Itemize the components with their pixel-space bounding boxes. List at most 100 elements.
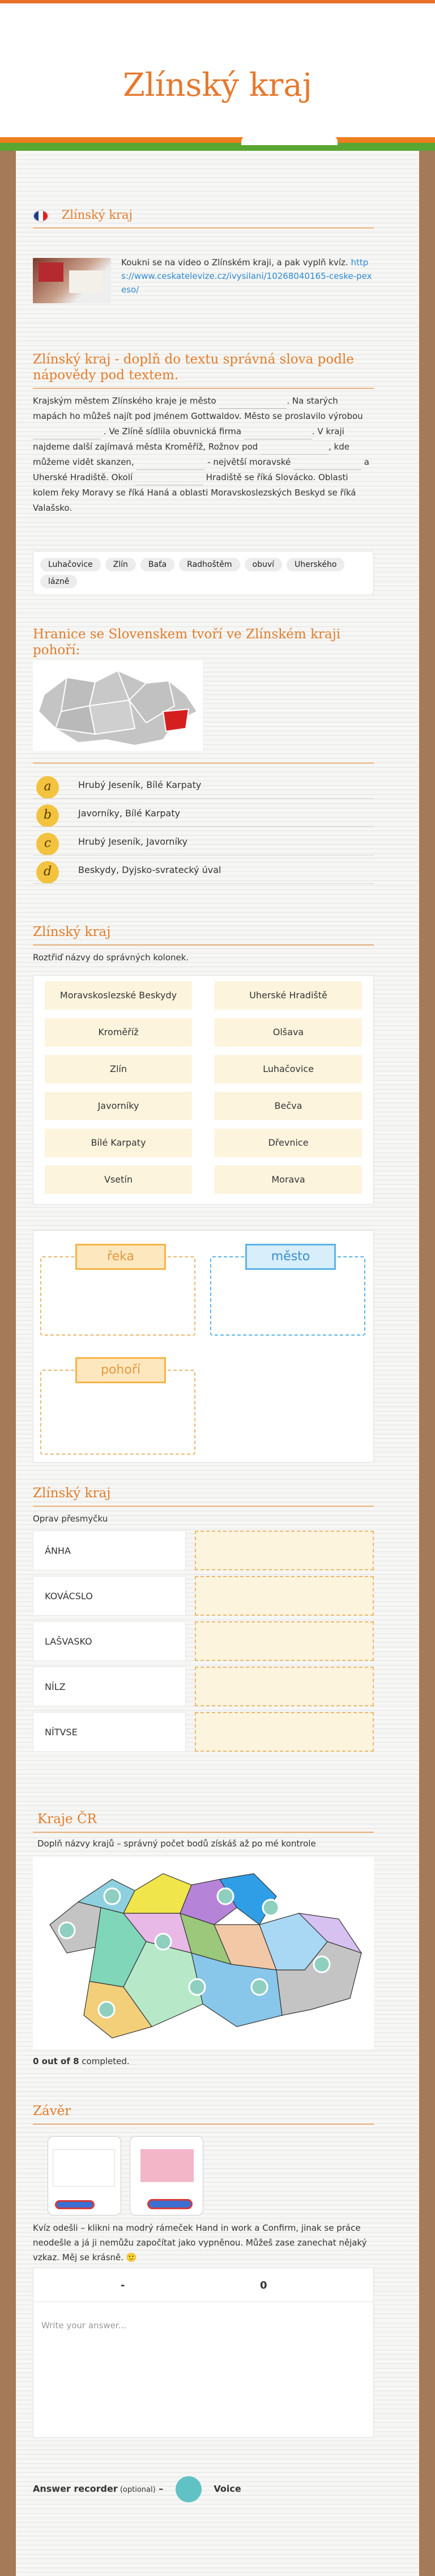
quiz-option-a[interactable]: a Hrubý Jeseník, Bílé Karpaty — [33, 775, 374, 799]
anagram-row: KOVÁCSLO — [33, 1576, 374, 1616]
anagram-answer-slot[interactable] — [195, 1621, 374, 1661]
czech-regions-map[interactable] — [33, 1857, 374, 2049]
quiz-title: Hranice se Slovenskem tvoří ve Zlínském … — [33, 627, 341, 658]
sort-item[interactable]: Zlín — [45, 1055, 192, 1083]
sort-instruction: Roztřiď názvy do správných kolonek. — [33, 952, 189, 963]
anagram-instruction: Oprav přesmyčku — [33, 1514, 108, 1524]
fill-title: Zlínský kraj - doplň do textu správná sl… — [33, 352, 354, 383]
blank-2[interactable] — [33, 429, 101, 439]
sort-item[interactable]: Moravskoslezské Beskydy — [45, 981, 192, 1010]
sort-item[interactable]: Olšava — [215, 1018, 362, 1046]
region-drop-target[interactable] — [188, 1978, 206, 1996]
region-drop-target[interactable] — [58, 1921, 76, 1939]
record-button[interactable] — [175, 2476, 202, 2502]
anagram-row: NÍTVSE — [33, 1712, 374, 1752]
anagram-word: KOVÁCSLO — [33, 1576, 186, 1616]
answer-input[interactable]: Write your answer... — [41, 2320, 126, 2331]
chip-bata[interactable]: Baťa — [140, 558, 175, 571]
anagram-word: NÍLZ — [33, 1667, 186, 1706]
anagram-row: NÍLZ — [33, 1667, 374, 1706]
anagram-word: NÍTVSE — [33, 1712, 186, 1752]
sort-item[interactable]: Luhačovice — [215, 1055, 362, 1083]
region-drop-target[interactable] — [216, 1887, 234, 1905]
chip-uherskeho[interactable]: Uherského — [287, 558, 345, 571]
sort-item[interactable]: Javorníky — [45, 1092, 192, 1120]
fill-text: Krajským městem Zlínského kraje je město… — [33, 396, 369, 513]
quiz-option-b[interactable]: b Javorníky, Bílé Karpaty — [33, 803, 374, 827]
anagram-title: Zlínský kraj — [33, 1486, 111, 1501]
czech-map-zlin-highlight — [33, 660, 203, 751]
region-shape — [49, 1901, 101, 1954]
answer-box: - 0 Write your answer... — [33, 2268, 374, 2438]
answer-toolbar-left: - — [121, 2280, 125, 2291]
top-bar — [0, 0, 435, 39]
sort-item[interactable]: Bílé Karpaty — [45, 1129, 192, 1157]
smile-icon: 🙂 — [126, 2252, 137, 2263]
chip-luhacovice[interactable]: Luhačovice — [40, 558, 101, 571]
map-progress: 0 out of 8 completed. — [33, 2056, 130, 2066]
sort-item[interactable]: Uherské Hradiště — [215, 981, 362, 1010]
bucket-mesto[interactable]: město — [210, 1244, 365, 1336]
instruction-screenshots — [48, 2136, 218, 2215]
region-drop-target[interactable] — [250, 1978, 268, 1996]
answer-toolbar: - 0 — [33, 2268, 373, 2302]
blank-5[interactable] — [137, 460, 205, 470]
czech-flag-icon — [33, 209, 49, 222]
map-title: Kraje ČR — [37, 1812, 97, 1827]
anagram-row: ÁNHA — [33, 1531, 374, 1570]
chip-obuvi[interactable]: obuví — [244, 558, 283, 571]
anagram-answer-slot[interactable] — [195, 1667, 374, 1706]
sort-items-grid: Moravskoslezské Beskydy Uherské Hradiště… — [33, 975, 374, 1205]
sort-item[interactable]: Morava — [215, 1166, 362, 1194]
blank-7[interactable] — [135, 475, 203, 485]
video-thumbnail[interactable] — [33, 258, 111, 303]
chip-radhostem[interactable]: Radhoštěm — [179, 558, 240, 571]
chip-zlin[interactable]: Zlín — [105, 558, 136, 571]
page-title: Zlínský kraj — [122, 67, 313, 104]
answer-toolbar-right: 0 — [260, 2280, 267, 2291]
blank-6[interactable] — [293, 460, 361, 470]
anagram-answer-slot[interactable] — [195, 1576, 374, 1616]
anagram-section: Zlínský kraj Oprav přesmyčku ÁNHA KOVÁCS… — [33, 1485, 374, 1752]
end-title: Závěr — [33, 2104, 71, 2119]
blank-3[interactable] — [244, 429, 312, 439]
map-section: Kraje ČR Doplň názvy krajů – správný poč… — [33, 1811, 374, 2066]
anagram-answer-slot[interactable] — [195, 1531, 374, 1570]
sort-item[interactable]: Kroměříž — [45, 1018, 192, 1046]
region-drop-target[interactable] — [313, 1955, 331, 1973]
anagram-word: LAŠVASKO — [33, 1621, 186, 1661]
fill-section: Zlínský kraj - doplň do textu správná sl… — [33, 351, 374, 595]
anagram-word: ÁNHA — [33, 1531, 186, 1570]
bucket-pohori[interactable]: pohoří — [40, 1357, 195, 1455]
intro-section: Zlínský kraj Koukni se na video o Zlínsk… — [33, 207, 374, 303]
region-drop-target[interactable] — [262, 1899, 280, 1917]
instruction-screenshot-1 — [48, 2136, 121, 2215]
chip-lazne[interactable]: lázně — [40, 575, 78, 588]
sort-item[interactable]: Vsetín — [45, 1166, 192, 1194]
instruction-screenshot-2 — [130, 2136, 203, 2215]
quiz-option-c[interactable]: c Hrubý Jeseník, Javorníky — [33, 832, 374, 855]
quiz-section: Hranice se Slovenskem tvoří ve Zlínském … — [33, 626, 374, 884]
region-drop-target[interactable] — [97, 2001, 116, 2019]
sort-buckets: řeka město pohoří — [33, 1230, 374, 1463]
bucket-reka[interactable]: řeka — [40, 1244, 195, 1336]
quiz-option-d[interactable]: d Beskydy, Dyjsko-svratecký úval — [33, 860, 374, 884]
anagram-row: LAŠVASKO — [33, 1621, 374, 1661]
sort-title: Zlínský kraj — [33, 925, 111, 939]
word-bank: Luhačovice Zlín Baťa Radhoštěm obuví Uherskéh… — [33, 551, 374, 595]
intro-title: Zlínský kraj — [61, 208, 133, 222]
voice-label: Voice — [214, 2483, 241, 2494]
region-drop-target[interactable] — [103, 1887, 121, 1905]
sort-item[interactable]: Bečva — [215, 1092, 362, 1120]
anagram-answer-slot[interactable] — [195, 1712, 374, 1752]
header-stripe-green — [0, 136, 435, 151]
region-shape — [123, 1873, 192, 1914]
header-stripe-orange — [0, 137, 435, 143]
region-drop-target[interactable] — [154, 1933, 172, 1951]
answer-recorder: Answer recorder (optional) – Voice — [33, 2476, 241, 2502]
end-section: Závěr Kvíz odešli – klikni na modrý ráme… — [33, 2103, 374, 2502]
sort-item[interactable]: Dřevnice — [215, 1129, 362, 1157]
blank-4[interactable] — [260, 444, 329, 455]
blank-1[interactable] — [219, 399, 287, 409]
sort-section: Zlínský kraj Roztřiď názvy do správných … — [33, 924, 374, 1463]
